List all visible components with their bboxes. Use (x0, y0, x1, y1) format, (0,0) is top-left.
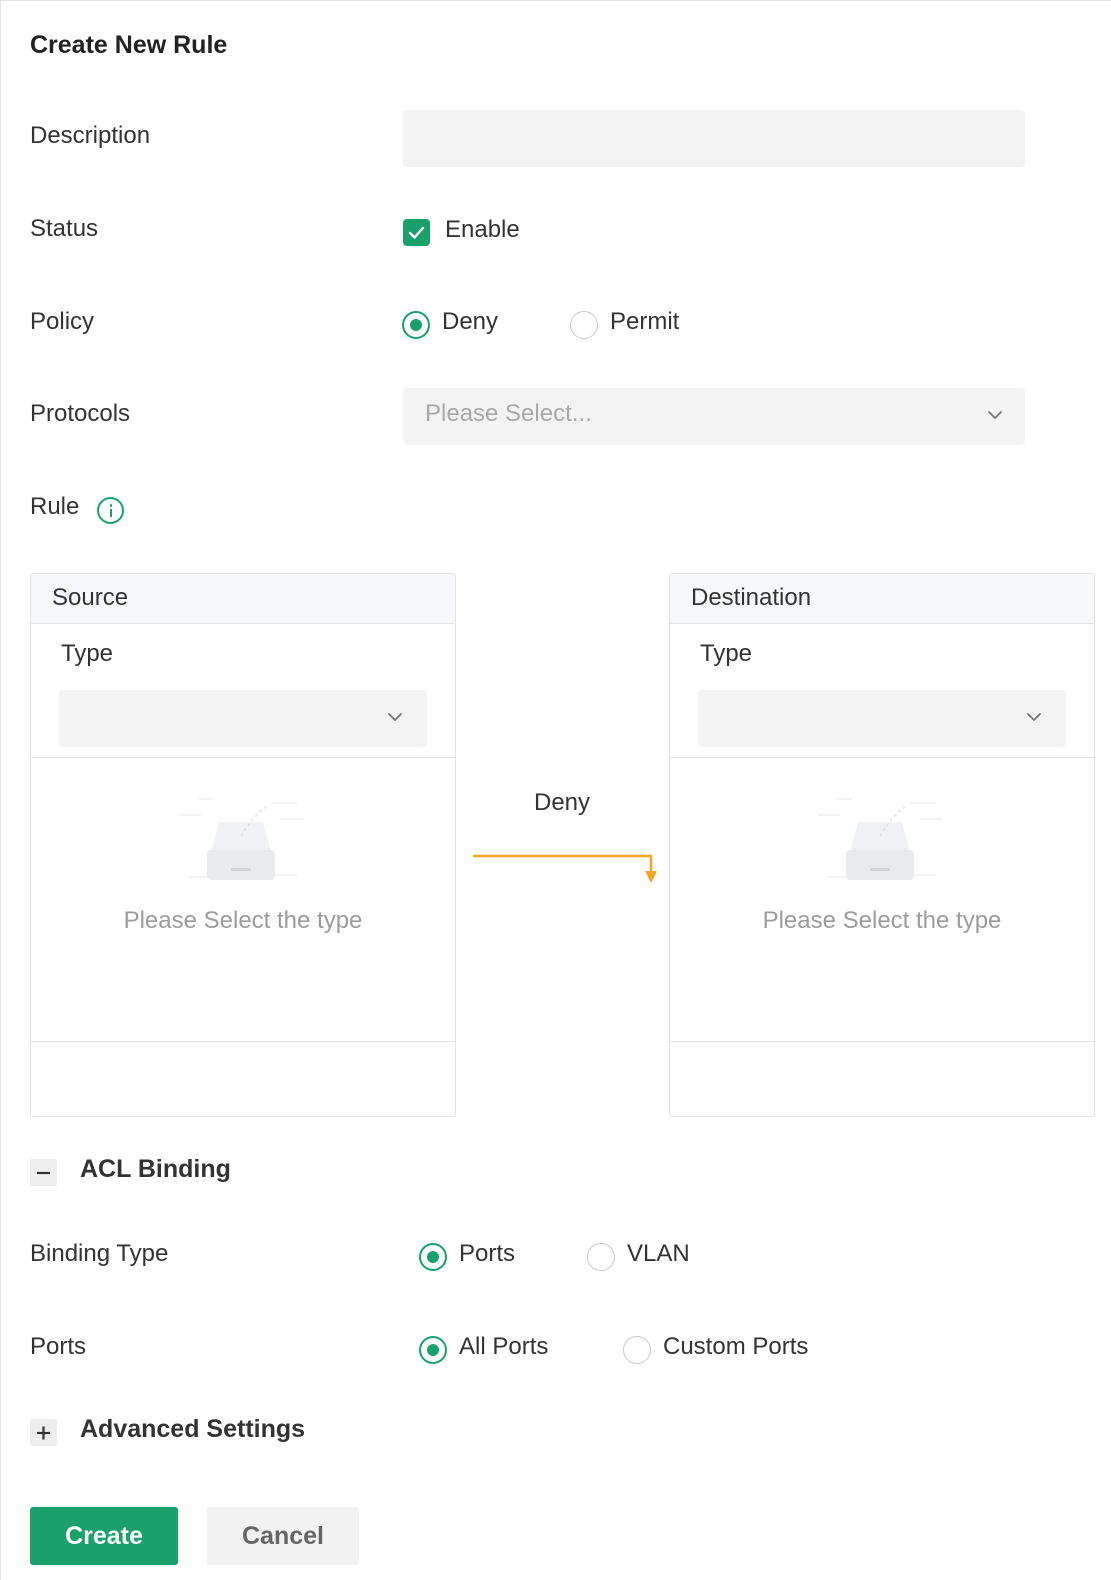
policy-label: Policy (30, 308, 95, 335)
chevron-down-icon (1027, 713, 1041, 721)
destination-type-select[interactable] (698, 690, 1066, 747)
binding-type-vlan-label: VLAN (627, 1240, 690, 1267)
create-rule-panel: Create New Rule Description Status Enabl… (0, 0, 1111, 1580)
advanced-settings-title: Advanced Settings (80, 1415, 306, 1443)
acl-binding-title: ACL Binding (80, 1155, 231, 1183)
protocols-label: Protocols (30, 400, 131, 427)
ports-custom-label: Custom Ports (663, 1333, 809, 1360)
source-title: Source (52, 584, 129, 611)
acl-binding-collapse-toggle[interactable] (30, 1159, 57, 1186)
advanced-settings-expand-toggle[interactable] (30, 1419, 57, 1446)
empty-box-icon (818, 798, 942, 880)
ports-custom-radio[interactable] (623, 1336, 651, 1364)
divider (31, 1041, 455, 1042)
status-label: Status (30, 215, 99, 242)
divider (670, 757, 1094, 758)
binding-type-label: Binding Type (30, 1240, 169, 1267)
binding-type-vlan-radio[interactable] (587, 1243, 615, 1271)
divider (31, 757, 455, 758)
destination-title: Destination (691, 584, 812, 611)
policy-permit-label: Permit (610, 308, 680, 335)
rule-label: Rule (30, 493, 80, 520)
enable-label: Enable (445, 216, 520, 243)
empty-box-icon (179, 798, 303, 880)
chevron-down-icon (388, 713, 402, 721)
divider (670, 1041, 1094, 1042)
rule-action-label: Deny (534, 789, 591, 816)
ports-all-radio[interactable] (419, 1336, 447, 1364)
source-type-select[interactable] (59, 690, 427, 747)
page-title: Create New Rule (30, 31, 228, 59)
plus-icon (37, 1426, 50, 1440)
binding-type-ports-label: Ports (459, 1240, 516, 1267)
source-header: Source (31, 574, 455, 624)
check-icon (408, 226, 425, 239)
enable-checkbox[interactable] (403, 219, 430, 246)
source-type-label: Type (61, 640, 114, 667)
description-label: Description (30, 122, 151, 149)
destination-header: Destination (670, 574, 1094, 624)
destination-empty-text: Please Select the type (762, 907, 1002, 934)
binding-type-ports-radio[interactable] (419, 1243, 447, 1271)
destination-panel: Destination Type Please Select the type (669, 573, 1095, 1117)
ports-label: Ports (30, 1333, 87, 1360)
chevron-down-icon (988, 411, 1002, 419)
policy-permit-radio[interactable] (570, 311, 598, 339)
create-button[interactable]: Create (30, 1507, 178, 1565)
policy-deny-radio[interactable] (402, 311, 430, 339)
info-icon[interactable] (97, 497, 124, 524)
ports-all-label: All Ports (459, 1333, 549, 1360)
minus-icon (37, 1171, 50, 1175)
cancel-button[interactable]: Cancel (207, 1507, 359, 1565)
source-panel: Source Type Please Select the type (30, 573, 456, 1117)
source-empty-text: Please Select the type (123, 907, 363, 934)
protocols-placeholder: Please Select... (425, 400, 592, 427)
destination-type-label: Type (700, 640, 753, 667)
protocols-select[interactable]: Please Select... (403, 388, 1025, 445)
description-input[interactable] (403, 110, 1025, 167)
policy-deny-label: Deny (442, 308, 499, 335)
arrow-right-icon (473, 854, 657, 883)
